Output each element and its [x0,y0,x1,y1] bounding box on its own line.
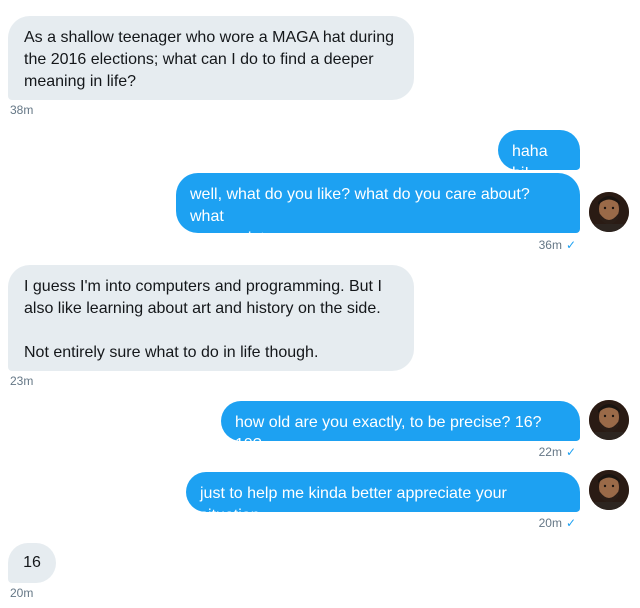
message-bubble-outgoing[interactable]: haha hi! [498,130,580,182]
read-check-icon: ✓ [565,445,576,459]
message-timestamp: 20m ✓ [480,516,576,530]
message-bubble-outgoing[interactable]: well, what do you like? what do you care… [176,173,580,247]
message-timestamp: 23m [10,374,34,388]
read-check-icon: ✓ [565,516,576,530]
message-bubble-incoming[interactable]: I guess I'm into computers and programmi… [8,265,414,371]
message-bubble-outgoing[interactable]: just to help me kinda better appreciate … [186,472,580,524]
message-timestamp: 36m ✓ [480,238,576,252]
user-photo-avatar-icon [589,400,629,440]
message-timestamp: 22m ✓ [480,445,576,459]
user-avatar[interactable] [589,192,629,232]
timestamp-text: 36m [538,238,562,252]
message-bubble-incoming[interactable]: As a shallow teenager who wore a MAGA ha… [8,16,414,100]
message-bubble-incoming[interactable]: 16 [8,543,56,583]
user-photo-avatar-icon [589,470,629,510]
message-bubble-outgoing[interactable]: how old are you exactly, to be precise? … [221,401,580,453]
user-photo-avatar-icon [589,192,629,232]
user-avatar[interactable] [589,470,629,510]
timestamp-text: 20m [538,516,562,530]
user-avatar[interactable] [589,400,629,440]
read-check-icon: ✓ [565,238,576,252]
message-timestamp: 20m [10,586,34,600]
message-timestamp: 38m [10,103,34,117]
timestamp-text: 22m [538,445,562,459]
